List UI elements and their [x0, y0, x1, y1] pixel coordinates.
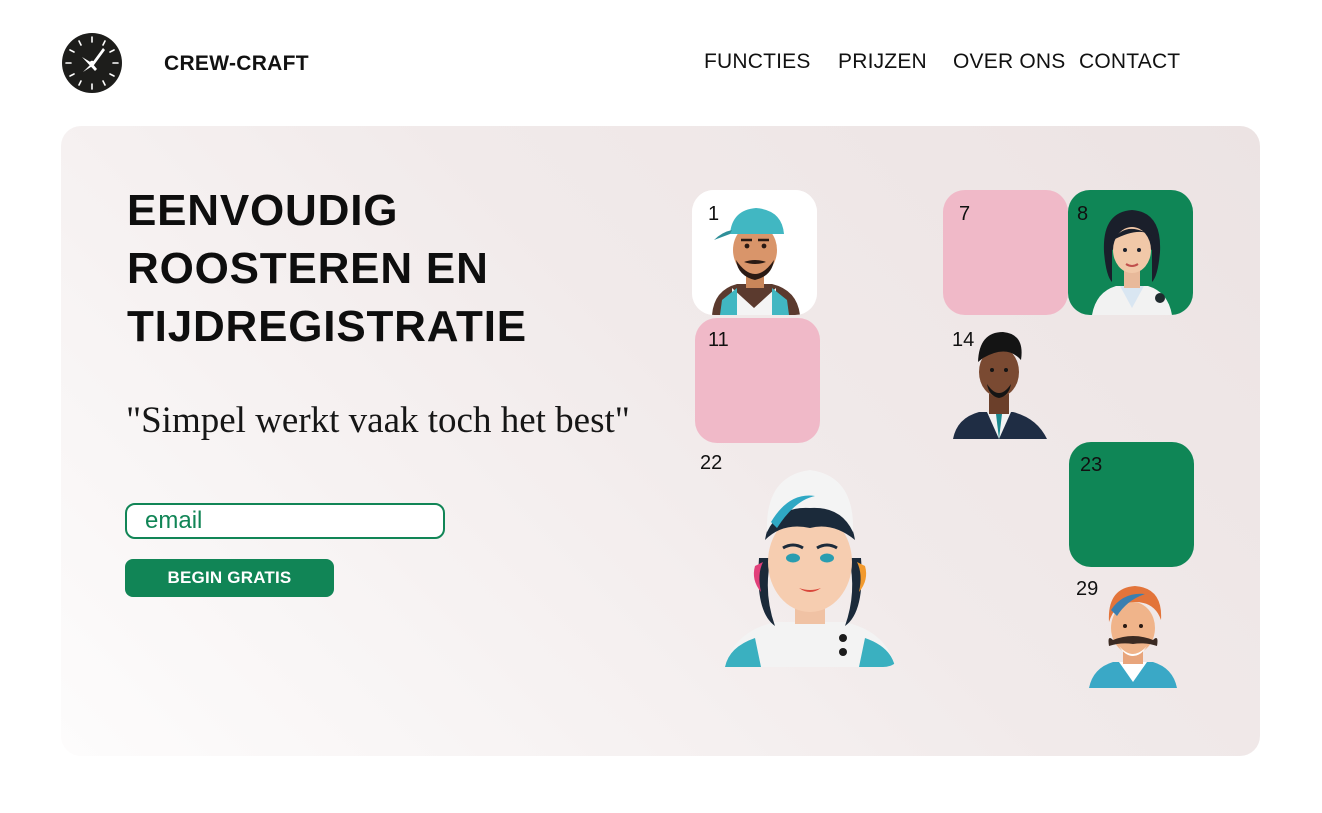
email-input[interactable] [125, 503, 445, 539]
calendar-day-11[interactable]: 11 [695, 318, 820, 443]
calendar-day-number: 29 [1076, 578, 1099, 600]
calendar-day-number: 23 [1080, 454, 1103, 476]
hero-headline: EENVOUDIG ROOSTEREN EN TIJDREGISTRATIE [127, 182, 647, 356]
calendar-day-7[interactable]: 7 [943, 190, 1068, 315]
chef-avatar-icon [725, 470, 895, 667]
nav-contact[interactable]: CONTACT [1079, 50, 1180, 74]
calendar-day-number: 7 [959, 203, 971, 225]
calendar-day-23[interactable]: 23 [1069, 442, 1194, 567]
calendar-day-number: 1 [708, 203, 720, 225]
calendar-day-number: 22 [700, 452, 723, 474]
headline-line-3: TIJDREGISTRATIE [127, 302, 527, 351]
hero-quote: "Simpel werkt vaak toch het best" [126, 400, 630, 441]
nav-over-ons[interactable]: OVER ONS [953, 50, 1065, 74]
calendar-day-1[interactable]: 1 [692, 190, 817, 315]
nav-prijzen[interactable]: PRIJZEN [838, 50, 927, 74]
hero-section: EENVOUDIG ROOSTEREN EN TIJDREGISTRATIE "… [61, 126, 1260, 756]
nav-functies[interactable]: FUNCTIES [704, 50, 811, 74]
calendar-day-14[interactable]: 14 [943, 318, 1068, 443]
calendar-day-22[interactable]: 22 [695, 442, 905, 667]
headline-line-1: EENVOUDIG [127, 186, 399, 235]
calendar-day-29[interactable]: 29 [1069, 568, 1194, 693]
calendar-day-number: 11 [708, 329, 729, 351]
calendar-day-8[interactable]: 8 [1068, 190, 1193, 315]
main-nav: FUNCTIES PRIJZEN OVER ONS CONTACT [0, 50, 1322, 80]
headline-line-2: ROOSTEREN EN [127, 244, 489, 293]
calendar-day-number: 14 [952, 329, 975, 351]
begin-gratis-button[interactable]: BEGIN GRATIS [125, 559, 334, 597]
calendar-day-number: 8 [1077, 203, 1089, 225]
